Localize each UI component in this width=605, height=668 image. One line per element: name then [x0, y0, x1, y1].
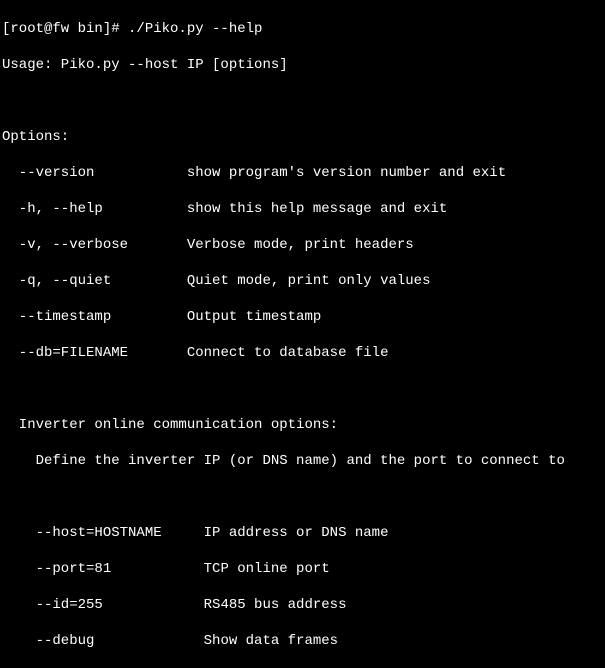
- blank-line: [2, 92, 603, 110]
- blank-line: [2, 488, 603, 506]
- option-line: -q, --quiet Quiet mode, print only value…: [2, 272, 603, 290]
- prompt-line: [root@fw bin]# ./Piko.py --help: [2, 20, 603, 38]
- option-line: -h, --help show this help message and ex…: [2, 200, 603, 218]
- option-line: --version show program's version number …: [2, 164, 603, 182]
- section-header: Inverter online communication options:: [2, 416, 603, 434]
- option-line: -v, --verbose Verbose mode, print header…: [2, 236, 603, 254]
- option-line: --port=81 TCP online port: [2, 560, 603, 578]
- option-line: --id=255 RS485 bus address: [2, 596, 603, 614]
- option-line: --db=FILENAME Connect to database file: [2, 344, 603, 362]
- blank-line: [2, 380, 603, 398]
- option-line: --timestamp Output timestamp: [2, 308, 603, 326]
- option-line: --host=HOSTNAME IP address or DNS name: [2, 524, 603, 542]
- usage-line: Usage: Piko.py --host IP [options]: [2, 56, 603, 74]
- section-desc: Define the inverter IP (or DNS name) and…: [2, 452, 603, 470]
- options-header: Options:: [2, 128, 603, 146]
- option-line: --debug Show data frames: [2, 632, 603, 650]
- terminal-output: [root@fw bin]# ./Piko.py --help Usage: P…: [0, 0, 605, 668]
